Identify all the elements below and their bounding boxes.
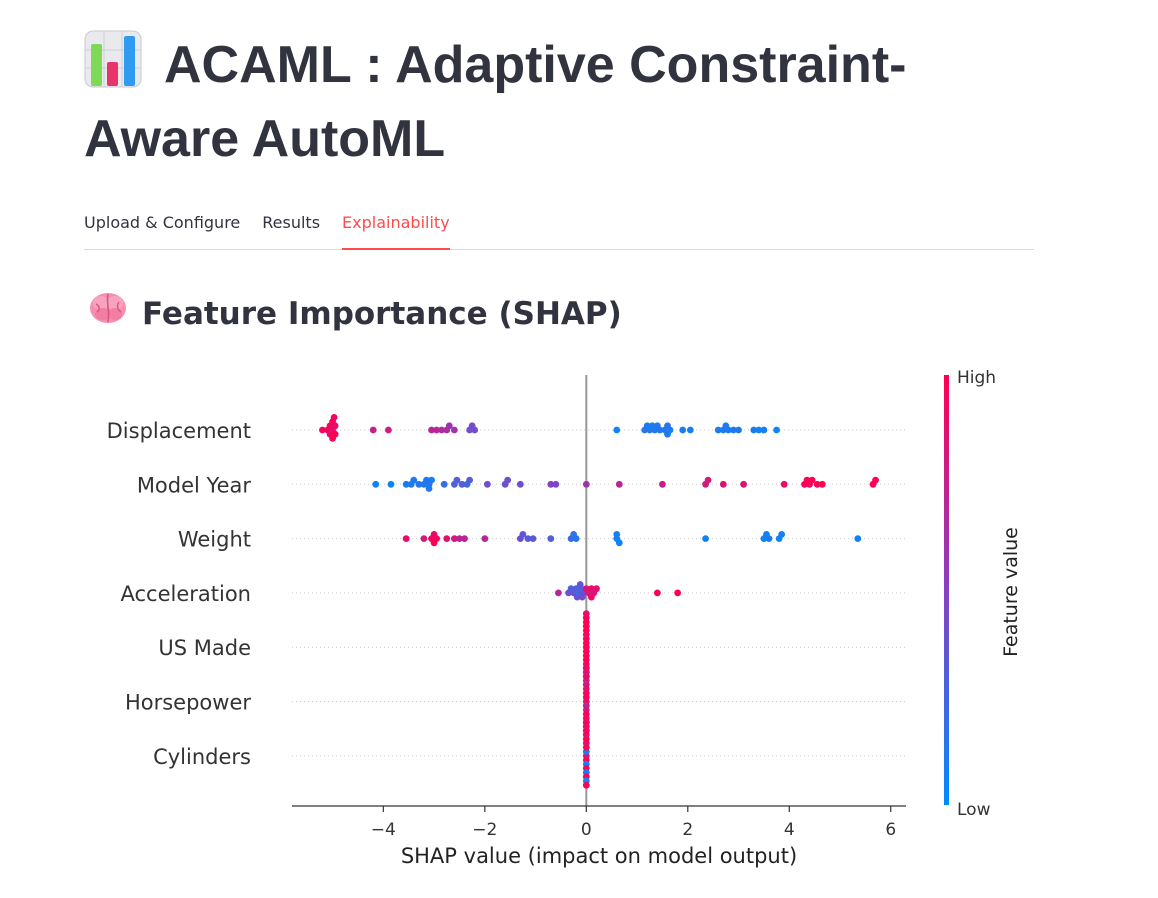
- shap-point: [555, 589, 562, 597]
- colorbar-high-label: High: [957, 368, 996, 388]
- shap-point: [547, 535, 555, 542]
- shap-point: [433, 535, 441, 542]
- shap-point: [481, 535, 489, 542]
- shap-point: [773, 426, 781, 434]
- shap-point: [582, 610, 590, 617]
- shap-point: [818, 480, 826, 488]
- shap-point: [402, 535, 410, 542]
- shap-summary-plot: Displacement Model Year Weight Acceleration…: [107, 368, 1022, 868]
- shap-point: [440, 480, 448, 488]
- shap-point: [483, 480, 491, 488]
- shap-point: [331, 430, 339, 438]
- shap-point: [702, 535, 709, 542]
- shap-point: [372, 480, 380, 488]
- shap-point: [572, 535, 580, 542]
- feature-label: Horsepower: [125, 691, 251, 715]
- shap-point: [428, 476, 435, 484]
- shap-point: [593, 585, 600, 593]
- shap-point: [582, 480, 590, 488]
- shap-point: [765, 535, 773, 542]
- shap-point: [778, 531, 786, 538]
- feature-label: Model Year: [137, 473, 252, 497]
- shap-point: [615, 480, 623, 488]
- shap-point: [331, 422, 339, 430]
- feature-label: Acceleration: [121, 582, 252, 606]
- x-tick-label: 2: [682, 820, 693, 840]
- feature-label: US Made: [158, 636, 251, 660]
- x-tick-label: 4: [784, 820, 795, 840]
- x-tick-label: −2: [472, 820, 497, 840]
- shap-point: [425, 485, 433, 492]
- shap-point: [552, 480, 560, 488]
- shap-point: [504, 476, 512, 484]
- feature-label: Cylinders: [153, 745, 251, 769]
- shap-point: [760, 426, 768, 434]
- shap-point: [529, 535, 537, 542]
- shap-point: [582, 781, 590, 789]
- shap-point: [740, 480, 748, 488]
- shap-point: [582, 664, 590, 672]
- colorbar-low-label: Low: [957, 800, 991, 820]
- feature-label: Weight: [178, 528, 251, 552]
- shap-point: [872, 476, 879, 484]
- shap-point: [461, 535, 468, 542]
- colorbar: [944, 375, 949, 805]
- shap-point: [450, 426, 458, 434]
- shap-point: [369, 426, 377, 434]
- shap-point: [679, 426, 687, 434]
- shap-point: [330, 414, 338, 421]
- shap-point: [582, 718, 590, 726]
- shap-point: [615, 539, 623, 547]
- shap-point: [686, 426, 694, 434]
- shap-point: [719, 480, 727, 488]
- shap-point: [613, 531, 621, 538]
- shap-point: [385, 426, 392, 434]
- shap-point: [666, 426, 674, 434]
- feature-label: Displacement: [107, 419, 251, 443]
- shap-point: [659, 480, 666, 488]
- x-axis-label: SHAP value (impact on model output): [401, 844, 797, 868]
- shap-point: [387, 480, 395, 488]
- shap-point: [471, 426, 479, 434]
- shap-point: [735, 426, 742, 434]
- shap-point: [516, 480, 524, 488]
- x-tick-label: −4: [371, 820, 396, 840]
- shap-point: [653, 589, 661, 597]
- shap-point: [466, 476, 474, 484]
- shap-point: [780, 480, 788, 488]
- shap-point: [674, 589, 682, 597]
- colorbar-axis-label: Feature value: [1000, 527, 1022, 657]
- shap-point: [613, 426, 621, 434]
- shap-point: [704, 476, 712, 484]
- shap-point: [854, 535, 862, 542]
- x-tick-label: 6: [885, 820, 896, 840]
- x-tick-label: 0: [581, 820, 592, 840]
- shap-point: [420, 535, 428, 542]
- shap-point: [443, 535, 451, 542]
